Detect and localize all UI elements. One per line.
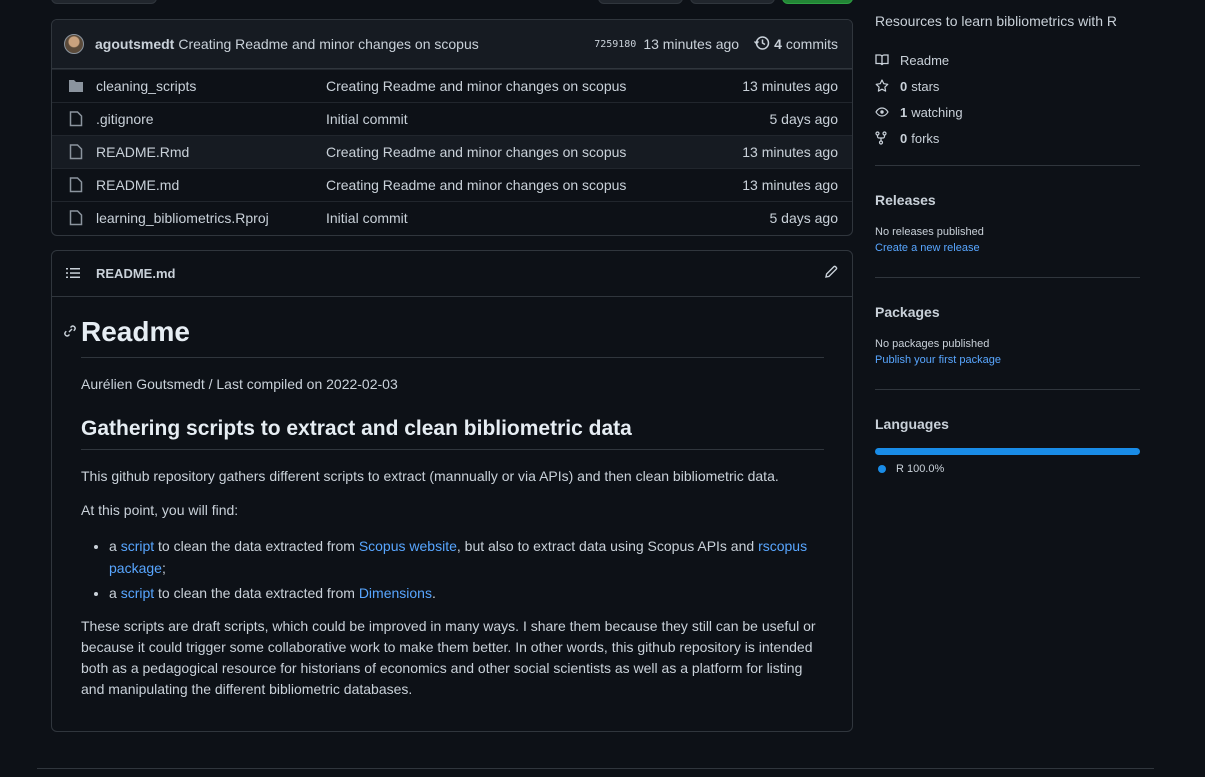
file-name[interactable]: .gitignore (96, 111, 326, 127)
file-icon (68, 144, 84, 160)
stars-count: 0 (900, 78, 908, 94)
file-commit-message[interactable]: Initial commit (326, 210, 770, 226)
list-unordered-icon[interactable] (66, 266, 82, 282)
divider (875, 277, 1140, 278)
packages-title[interactable]: Packages (875, 304, 940, 320)
code-button[interactable] (782, 0, 853, 4)
script-link[interactable]: script (121, 585, 154, 601)
readme-list: a script to clean the data extracted fro… (81, 535, 824, 604)
readme-filename[interactable]: README.md (96, 266, 175, 281)
file-row[interactable]: learning_bibliometrics.Rproj Initial com… (52, 201, 852, 234)
forks-label: forks (911, 130, 940, 146)
stars-label: stars (911, 78, 940, 94)
history-icon (754, 35, 770, 54)
releases-empty-text: No releases published (875, 226, 984, 238)
file-age: 5 days ago (769, 210, 839, 226)
readme-h1: Readme (81, 316, 190, 347)
readme-link[interactable]: Readme (875, 47, 963, 73)
pencil-icon[interactable] (824, 265, 838, 282)
commits-link[interactable]: 4 commits (754, 35, 838, 54)
file-browser: agoutsmedt Creating Readme and minor cha… (51, 19, 853, 236)
releases-title[interactable]: Releases (875, 192, 936, 208)
file-age: 13 minutes ago (742, 144, 838, 160)
commit-word: commits (785, 36, 838, 52)
commit-message[interactable]: Creating Readme and minor changes on sco… (178, 36, 478, 52)
stars-link[interactable]: 0 stars (875, 73, 963, 99)
go-to-file-button[interactable] (598, 0, 683, 4)
readme-paragraph-3: These scripts are draft scripts, which c… (81, 618, 816, 697)
language-name: R (896, 463, 904, 475)
readme-panel: README.md Readme Aurélien Goutsmedt / La… (51, 250, 853, 732)
footer-divider (37, 768, 1154, 769)
readme-header: README.md (52, 251, 852, 297)
file-row[interactable]: cleaning_scripts Creating Readme and min… (52, 69, 852, 102)
file-name[interactable]: README.Rmd (96, 144, 326, 160)
file-commit-message[interactable]: Creating Readme and minor changes on sco… (326, 177, 742, 193)
file-row[interactable]: README.md Creating Readme and minor chan… (52, 168, 852, 201)
forks-link[interactable]: 0 forks (875, 125, 963, 151)
readme-paragraph-2: At this point, you will find: (81, 502, 239, 518)
readme-h2: Gathering scripts to extract and clean b… (81, 416, 824, 450)
commit-author[interactable]: agoutsmedt (95, 36, 174, 52)
watching-link[interactable]: 1 watching (875, 99, 963, 125)
file-icon (68, 177, 84, 193)
divider (875, 389, 1140, 390)
file-age: 13 minutes ago (742, 78, 838, 94)
file-commit-message[interactable]: Creating Readme and minor changes on sco… (326, 78, 742, 94)
file-age: 5 days ago (769, 111, 839, 127)
file-commit-message[interactable]: Creating Readme and minor changes on sco… (326, 144, 742, 160)
file-name[interactable]: cleaning_scripts (96, 78, 326, 94)
file-commit-message[interactable]: Initial commit (326, 111, 770, 127)
language-color-dot (878, 465, 886, 473)
readme-label: Readme (900, 52, 950, 68)
file-name[interactable]: learning_bibliometrics.Rproj (96, 210, 326, 226)
language-bar (875, 448, 1140, 455)
about-description: Resources to learn bibliometrics with R (875, 13, 1117, 29)
eye-icon (875, 107, 889, 117)
scopus-website-link[interactable]: Scopus website (359, 538, 457, 554)
create-release-link[interactable]: Create a new release (875, 242, 980, 254)
script-link[interactable]: script (121, 538, 154, 554)
readme-paragraph-1: This github repository gathers different… (81, 468, 779, 484)
divider (875, 165, 1140, 166)
commit-sha[interactable]: 7259180 (594, 39, 636, 50)
readme-byline: Aurélien Goutsmedt / Last compiled on 20… (81, 376, 398, 392)
languages-title: Languages (875, 416, 949, 432)
folder-icon (68, 78, 84, 94)
dimensions-link[interactable]: Dimensions (359, 585, 432, 601)
list-item: a script to clean the data extracted fro… (109, 582, 824, 604)
language-percent: 100.0% (906, 463, 945, 475)
file-age: 13 minutes ago (742, 177, 838, 193)
commit-age: 13 minutes ago (643, 36, 740, 52)
fork-icon (875, 131, 889, 145)
packages-empty-text: No packages published (875, 338, 990, 350)
language-item[interactable]: R 100.0% (878, 463, 944, 475)
file-name[interactable]: README.md (96, 177, 326, 193)
file-row[interactable]: README.Rmd Creating Readme and minor cha… (52, 135, 852, 168)
publish-package-link[interactable]: Publish your first package (875, 354, 1001, 366)
link-icon[interactable] (63, 324, 77, 341)
avatar[interactable] (64, 34, 84, 54)
forks-count: 0 (900, 130, 908, 146)
list-item: a script to clean the data extracted fro… (109, 535, 824, 579)
readme-content: Readme Aurélien Goutsmedt / Last compile… (52, 313, 852, 700)
watching-label: watching (911, 104, 963, 120)
add-file-button[interactable] (690, 0, 775, 4)
file-row[interactable]: .gitignore Initial commit 5 days ago (52, 102, 852, 135)
star-icon (875, 79, 889, 93)
file-icon (68, 111, 84, 127)
book-icon (875, 54, 889, 66)
branch-button[interactable] (51, 0, 157, 4)
latest-commit-bar: agoutsmedt Creating Readme and minor cha… (52, 20, 852, 69)
commit-count: 4 (774, 36, 782, 52)
watching-count: 1 (900, 104, 908, 120)
file-icon (68, 210, 84, 226)
